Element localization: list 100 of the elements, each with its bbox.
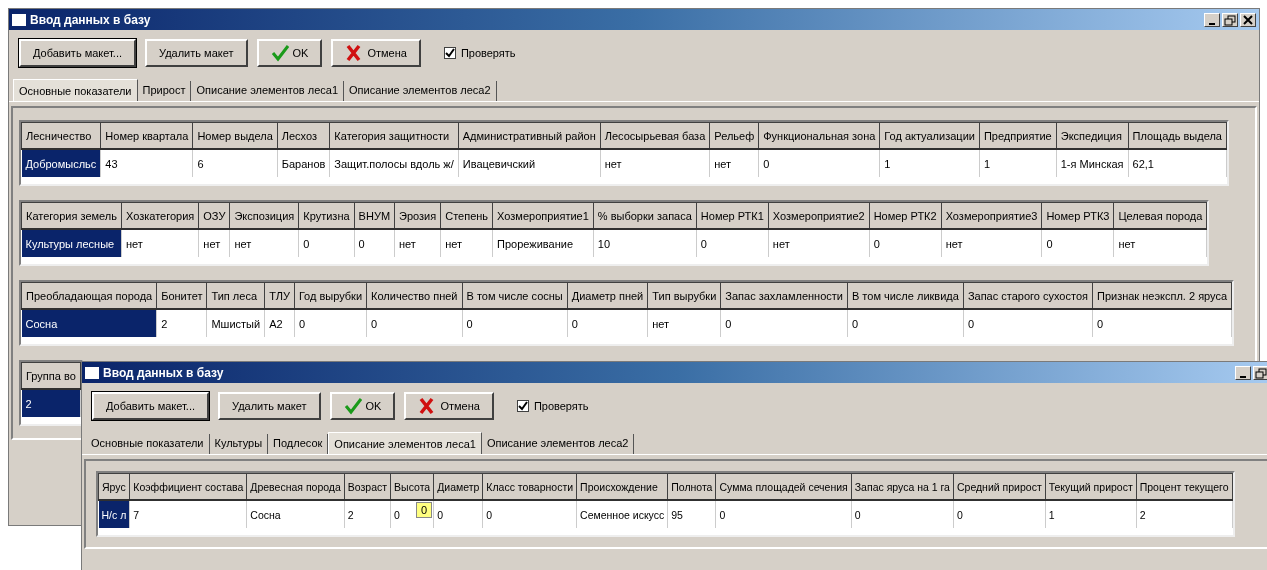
column-header[interactable]: Тип вырубки (647, 282, 721, 309)
table-cell[interactable]: 95 (667, 500, 716, 528)
table-cell[interactable]: Ивацевичский (458, 149, 601, 177)
column-header[interactable]: Хозкатегория (121, 202, 199, 229)
table-cell[interactable]: 1 (979, 149, 1057, 177)
table-cell[interactable]: 0 (294, 309, 367, 337)
table-cell[interactable]: 0 (1041, 229, 1114, 257)
table-cell[interactable]: Прореживание (492, 229, 594, 257)
column-header[interactable]: Номер выдела (192, 122, 278, 149)
table-cell[interactable]: 0 (482, 500, 577, 528)
column-header[interactable]: Преобладающая порода (21, 282, 157, 309)
column-header[interactable]: Административный район (458, 122, 601, 149)
table-cell[interactable]: 0 (851, 500, 954, 528)
column-header[interactable]: Диаметр (433, 473, 483, 500)
table-cell[interactable]: 6 (192, 149, 278, 177)
tab[interactable]: Описание элементов леса2 (481, 434, 635, 454)
column-header[interactable]: Категория защитности (329, 122, 459, 149)
tab[interactable]: Прирост (137, 81, 192, 101)
table-cell[interactable]: 0 (1092, 309, 1232, 337)
column-header[interactable]: ОЗУ (198, 202, 230, 229)
column-header[interactable]: Номер РТК2 (869, 202, 942, 229)
table-cell[interactable]: 0 (696, 229, 769, 257)
column-header[interactable]: Диаметр пней (567, 282, 648, 309)
column-header[interactable]: Категория земель (21, 202, 122, 229)
table-cell[interactable]: 7 (129, 500, 247, 528)
column-header[interactable]: Целевая порода (1113, 202, 1207, 229)
cancel-button[interactable]: Отмена (331, 39, 421, 67)
table-cell[interactable]: нет (394, 229, 441, 257)
column-header[interactable]: Бонитет (156, 282, 207, 309)
table-cell[interactable]: 2 (344, 500, 391, 528)
column-header[interactable]: Класс товарности (482, 473, 577, 500)
column-header[interactable]: Лесничество (21, 122, 101, 149)
table-cell[interactable]: 0 (433, 500, 483, 528)
column-header[interactable]: Номер РТК1 (696, 202, 769, 229)
table-cell[interactable]: 0 (963, 309, 1093, 337)
table-cell[interactable]: нет (198, 229, 230, 257)
table-cell[interactable]: А2 (264, 309, 295, 337)
column-header[interactable]: Запас захламленности (720, 282, 848, 309)
column-header[interactable]: Коэффициент состава (129, 473, 247, 500)
table-cell[interactable]: 0 (847, 309, 964, 337)
ok-button[interactable]: OK (256, 39, 323, 67)
add-layout-button[interactable]: Добавить макет... (92, 392, 210, 420)
column-header[interactable]: Группа во (21, 362, 81, 389)
column-header[interactable]: Год вырубки (294, 282, 367, 309)
table-cell[interactable]: нет (768, 229, 870, 257)
column-header[interactable]: Хозмероприятие2 (768, 202, 870, 229)
table-cell[interactable]: нет (600, 149, 710, 177)
column-header[interactable]: Высота (390, 473, 434, 500)
table-cell[interactable]: Культуры лесные (21, 229, 122, 257)
column-header[interactable]: Хозмероприятие3 (941, 202, 1042, 229)
column-header[interactable]: В том числе ликвида (847, 282, 964, 309)
table-cell[interactable]: нет (1113, 229, 1207, 257)
column-header[interactable]: Номер квартала (100, 122, 193, 149)
column-header[interactable]: Возраст (344, 473, 391, 500)
table-cell[interactable]: Семенное искусс (576, 500, 668, 528)
table-cell[interactable]: 43 (100, 149, 193, 177)
column-header[interactable]: Тип леса (206, 282, 265, 309)
column-header[interactable]: Лесхоз (277, 122, 330, 149)
column-header[interactable]: Полнота (667, 473, 716, 500)
table-cell[interactable]: нет (709, 149, 759, 177)
table-cell[interactable]: 0 (366, 309, 462, 337)
column-header[interactable]: Текущий прирост (1045, 473, 1137, 500)
column-header[interactable]: Запас старого сухостоя (963, 282, 1093, 309)
column-header[interactable]: Крутизна (298, 202, 355, 229)
table-cell[interactable]: Добромысльс (21, 149, 101, 177)
table-cell[interactable]: 0 (567, 309, 648, 337)
column-header[interactable]: Функциональная зона (758, 122, 880, 149)
column-header[interactable]: Площадь выдела (1128, 122, 1227, 149)
table-cell[interactable]: 0 (298, 229, 355, 257)
table-cell[interactable]: нет (229, 229, 299, 257)
column-header[interactable]: Древесная порода (246, 473, 345, 500)
column-header[interactable]: Количество пней (366, 282, 462, 309)
cancel-button[interactable]: Отмена (404, 392, 494, 420)
verify-checkbox[interactable]: Проверять (443, 47, 516, 59)
column-header[interactable]: Признак неэкспл. 2 яруса (1092, 282, 1232, 309)
table-cell[interactable]: Мшистый (206, 309, 265, 337)
table-cell[interactable]: 2 (156, 309, 207, 337)
ok-button[interactable]: OK (329, 392, 396, 420)
column-header[interactable]: Год актуализации (879, 122, 980, 149)
add-layout-button[interactable]: Добавить макет... (19, 39, 137, 67)
column-header[interactable]: Экспозиция (229, 202, 299, 229)
delete-layout-button[interactable]: Удалить макет (145, 39, 248, 67)
table-cell[interactable]: 0 (869, 229, 942, 257)
column-header[interactable]: В том числе сосны (462, 282, 568, 309)
column-header[interactable]: Ярус (98, 473, 130, 500)
tab[interactable]: Описание элементов леса1 (191, 81, 345, 101)
column-header[interactable]: Рельеф (709, 122, 759, 149)
tab[interactable]: Основные показатели (13, 79, 138, 101)
column-header[interactable]: Сумма площадей сечения (715, 473, 852, 500)
table-cell[interactable]: 10 (593, 229, 697, 257)
column-header[interactable]: Запас яруса на 1 га (851, 473, 954, 500)
column-header[interactable]: Степень (440, 202, 493, 229)
column-header[interactable]: Происхождение (576, 473, 668, 500)
table-cell[interactable]: нет (440, 229, 493, 257)
column-header[interactable]: Лесосырьевая база (600, 122, 710, 149)
table-cell[interactable]: 2 (21, 389, 81, 417)
table-cell[interactable]: Н/с л (98, 500, 130, 528)
table-cell[interactable]: 0 (715, 500, 852, 528)
tab[interactable]: Культуры (209, 434, 269, 454)
table-cell[interactable]: 2 (1136, 500, 1232, 528)
